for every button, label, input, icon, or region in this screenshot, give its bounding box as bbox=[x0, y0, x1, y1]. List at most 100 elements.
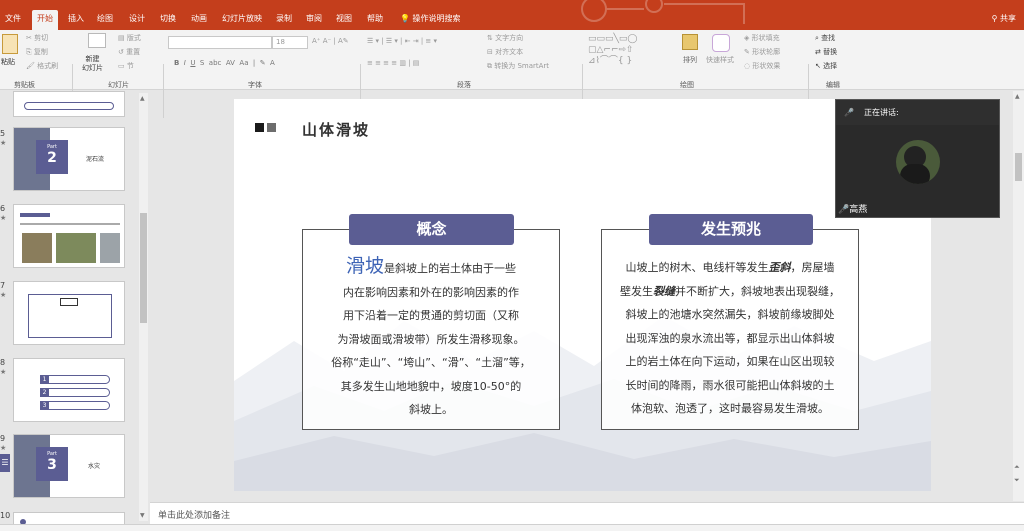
thumbnails-scrollbar[interactable]: ▲ ▼ bbox=[139, 93, 148, 521]
concept-line: 为滑坡面或滑坡带）所发生滑移现象。 bbox=[337, 332, 525, 346]
copy-button[interactable]: ⎘ 复制 bbox=[26, 47, 48, 57]
layout-button[interactable]: ▤ 版式 bbox=[118, 33, 141, 43]
slide-canvas[interactable]: 山体滑坡 概念 滑坡是斜坡上的岩土体由于一些 内在影响因素和外在的影响因素的作 … bbox=[234, 99, 931, 491]
replace-button[interactable]: ⇄ 替换 bbox=[815, 47, 837, 57]
slide-number: 10 bbox=[0, 511, 11, 520]
emphasis-crack: 裂缝 bbox=[653, 284, 675, 298]
pen-icon: ✎ bbox=[744, 48, 753, 56]
speaking-label: 正在讲话: bbox=[864, 108, 899, 117]
tab-view[interactable]: 视图 bbox=[331, 10, 357, 27]
convert-smartart-button[interactable]: ⧉ 转换为 SmartArt bbox=[487, 61, 549, 71]
scroll-thumb[interactable] bbox=[140, 213, 147, 323]
slide-number: 8 bbox=[0, 358, 6, 367]
notes-placeholder[interactable]: 单击此处添加备注 bbox=[158, 508, 230, 521]
slide-thumbnail-5[interactable]: Part 2 泥石流 bbox=[13, 127, 125, 191]
slide-scrollbar[interactable]: ▲ ⏶ ⏷ bbox=[1013, 91, 1024, 501]
list-buttons[interactable]: ☰ ▾ | ☰ ▾ | ⇤ ⇥ | ≡ ▾ bbox=[367, 37, 437, 45]
warning-line: 上的岩土体在向下运动，如果在山区出现较 bbox=[625, 355, 835, 368]
paste-icon[interactable] bbox=[2, 34, 18, 54]
scroll-thumb[interactable] bbox=[1015, 153, 1022, 181]
slide-thumbnail-8[interactable]: 1 2 3 bbox=[13, 358, 125, 422]
previous-slide-icon[interactable]: ⏶ bbox=[1014, 463, 1020, 472]
concept-line: 斜坡上。 bbox=[409, 403, 453, 416]
warning-line: 壁发生 bbox=[620, 284, 653, 298]
tell-me-label: 操作说明搜索 bbox=[412, 14, 461, 23]
font-size-buttons[interactable]: A⁺ A⁻ | A✎ bbox=[312, 37, 349, 45]
select-button[interactable]: ↖ 选择 bbox=[815, 61, 837, 71]
reset-button[interactable]: ↺ 重置 bbox=[118, 47, 140, 57]
concept-text[interactable]: 滑坡是斜坡上的岩土体由于一些 内在影响因素和外在的影响因素的作 用下沿着一定的贯… bbox=[302, 255, 560, 422]
reset-label: 重置 bbox=[126, 48, 141, 56]
next-slide-icon[interactable]: ⏷ bbox=[1014, 476, 1020, 485]
concept-line: 用下沿着一定的贯通的剪切面（又称 bbox=[343, 309, 519, 322]
quick-styles-label[interactable]: 快速样式 bbox=[706, 55, 734, 65]
slide-thumbnail-9[interactable]: Part 3 水灾 bbox=[13, 434, 125, 498]
tab-animations[interactable]: 动画 bbox=[186, 10, 212, 27]
paste-label[interactable]: 粘贴 bbox=[1, 57, 15, 67]
tab-review[interactable]: 审阅 bbox=[301, 10, 327, 27]
convert-smartart-label: 转换为 SmartArt bbox=[494, 62, 550, 70]
star-icon: ★ bbox=[0, 368, 7, 376]
slide-thumbnails-pane: 5 ★ Part 2 泥石流 6 ★ 7 ★ 8 ★ 1 2 3 9 ★ Par… bbox=[0, 91, 150, 531]
slide-title[interactable]: 山体滑坡 bbox=[302, 119, 370, 140]
thumb-title: 水灾 bbox=[88, 463, 101, 470]
text-direction-button[interactable]: ⇅ 文字方向 bbox=[487, 33, 523, 43]
meeting-video-panel[interactable]: 🎤 正在讲话: 🎤高燕 bbox=[835, 99, 1000, 218]
layout-label: 版式 bbox=[126, 34, 141, 42]
shape-outline-button[interactable]: ✎ 形状轮廓 bbox=[744, 47, 780, 57]
divider bbox=[163, 64, 164, 118]
warning-line: ，房屋墙 bbox=[790, 261, 835, 274]
highlight-term: 滑坡 bbox=[345, 255, 384, 277]
scroll-up-icon[interactable]: ▲ bbox=[1015, 93, 1020, 100]
concept-header[interactable]: 概念 bbox=[349, 214, 514, 245]
new-slide-icon[interactable] bbox=[88, 33, 106, 48]
replace-icon: ⇄ bbox=[815, 48, 824, 56]
cut-button[interactable]: ✂ 剪切 bbox=[26, 33, 48, 43]
quick-styles-icon[interactable] bbox=[712, 34, 730, 52]
tab-home[interactable]: 开始 bbox=[32, 10, 58, 30]
slide-number: 9 bbox=[0, 434, 6, 443]
align-text-button[interactable]: ⊟ 对齐文本 bbox=[487, 47, 523, 57]
copy-label: 复制 bbox=[33, 48, 48, 56]
warning-signs-text[interactable]: 山坡上的树木、电线杆等发生歪斜，房屋墙 壁发生裂缝并不断扩大，斜坡地表出现裂缝，… bbox=[601, 256, 859, 421]
share-button[interactable]: ⚲ 共享 bbox=[992, 10, 1016, 27]
notes-pane[interactable]: 单击此处添加备注 bbox=[150, 502, 1024, 524]
tab-insert[interactable]: 插入 bbox=[63, 10, 89, 27]
tab-record[interactable]: 录制 bbox=[271, 10, 297, 27]
title-bar: 文件 开始 插入 绘图 设计 切换 动画 幻灯片放映 录制 审阅 视图 帮助 💡… bbox=[0, 0, 1024, 30]
font-format-buttons[interactable]: B I U S abc AV Aa | ✎ A bbox=[174, 59, 275, 67]
group-label-paragraph: 段落 bbox=[457, 81, 471, 89]
tab-slideshow[interactable]: 幻灯片放映 bbox=[217, 10, 267, 27]
tab-draw[interactable]: 绘图 bbox=[92, 10, 118, 27]
slide-thumbnail-7[interactable] bbox=[13, 281, 125, 345]
text-direction-icon: ⇅ bbox=[487, 34, 496, 42]
align-buttons[interactable]: ≡ ≡ ≡ ≡ ▥ | ▤ bbox=[367, 59, 419, 67]
menu-icon[interactable]: ☰ bbox=[0, 454, 10, 472]
warning-signs-header[interactable]: 发生预兆 bbox=[649, 214, 813, 245]
tab-design[interactable]: 设计 bbox=[124, 10, 150, 27]
shapes-gallery[interactable]: ▭▭▭╲▭◯ ▢△⌐⌐⇨⇧ ⊿⌇⌒⌒{ } bbox=[588, 34, 638, 67]
format-painter-button[interactable]: 🖌 格式刷 bbox=[26, 61, 58, 71]
section-button[interactable]: ▭ 节 bbox=[118, 61, 134, 71]
shape-effects-button[interactable]: ◌ 形状效果 bbox=[744, 61, 780, 71]
tab-transitions[interactable]: 切换 bbox=[155, 10, 181, 27]
find-button[interactable]: ⌕ 查找 bbox=[815, 33, 835, 43]
tell-me-search[interactable]: 💡 操作说明搜索 bbox=[400, 10, 461, 27]
microphone-icon: 🎤 bbox=[844, 108, 854, 117]
slide-thumbnail-6[interactable] bbox=[13, 204, 125, 268]
text-direction-label: 文字方向 bbox=[495, 34, 524, 42]
font-family-select[interactable] bbox=[168, 36, 272, 49]
font-size-select[interactable]: 18 bbox=[272, 36, 308, 49]
new-slide-label[interactable]: 新建 幻灯片 bbox=[82, 55, 103, 73]
scroll-down-icon[interactable]: ▼ bbox=[140, 512, 145, 519]
tab-help[interactable]: 帮助 bbox=[362, 10, 388, 27]
slide-number: 6 bbox=[0, 204, 6, 213]
arrange-icon[interactable] bbox=[682, 34, 698, 50]
scroll-up-icon[interactable]: ▲ bbox=[140, 95, 145, 102]
tab-file[interactable]: 文件 bbox=[0, 10, 26, 27]
arrange-label[interactable]: 排列 bbox=[683, 55, 697, 65]
shape-fill-button[interactable]: ◈ 形状填充 bbox=[744, 33, 780, 43]
emphasis-tilt: 歪斜 bbox=[768, 261, 791, 274]
slide-thumbnail[interactable] bbox=[13, 91, 125, 117]
circuit-decoration bbox=[581, 0, 745, 24]
